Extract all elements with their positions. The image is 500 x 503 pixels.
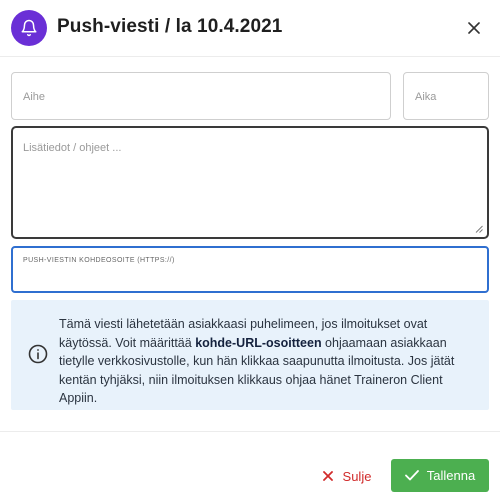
info-text: Tämä viesti lähetetään asiakkaasi puheli… (59, 315, 474, 408)
time-input[interactable] (415, 91, 485, 103)
modal-header: Push-viesti / la 10.4.2021 (0, 0, 500, 56)
details-field[interactable] (11, 126, 489, 239)
resize-grip-icon[interactable] (475, 225, 483, 233)
url-field[interactable]: PUSH-VIESTIN KOHDEOSOITE (HTTPS://) (11, 246, 489, 293)
time-field[interactable] (403, 72, 489, 120)
modal-title: Push-viesti / la 10.4.2021 (57, 16, 283, 37)
close-dialog-button[interactable]: Sulje (312, 460, 382, 492)
bell-badge (11, 10, 47, 46)
url-input[interactable] (23, 270, 478, 286)
save-button[interactable]: Tallenna (391, 459, 489, 492)
close-button[interactable] (460, 14, 488, 42)
details-textarea[interactable] (23, 142, 478, 227)
bell-icon (21, 19, 37, 37)
save-label: Tallenna (426, 468, 476, 483)
check-icon (404, 470, 419, 481)
x-icon (322, 471, 333, 481)
close-dialog-label: Sulje (342, 468, 372, 484)
url-label: PUSH-VIESTIN KOHDEOSOITE (HTTPS://) (23, 257, 175, 264)
subject-input[interactable] (23, 91, 378, 103)
info-icon (28, 344, 48, 364)
close-icon (468, 22, 480, 34)
info-box: Tämä viesti lähetetään asiakkaasi puheli… (11, 300, 489, 410)
header-divider (0, 56, 500, 57)
info-text-bold: kohde-URL-osoitteen (195, 335, 322, 350)
footer-divider (0, 431, 500, 432)
subject-field[interactable] (11, 72, 391, 120)
